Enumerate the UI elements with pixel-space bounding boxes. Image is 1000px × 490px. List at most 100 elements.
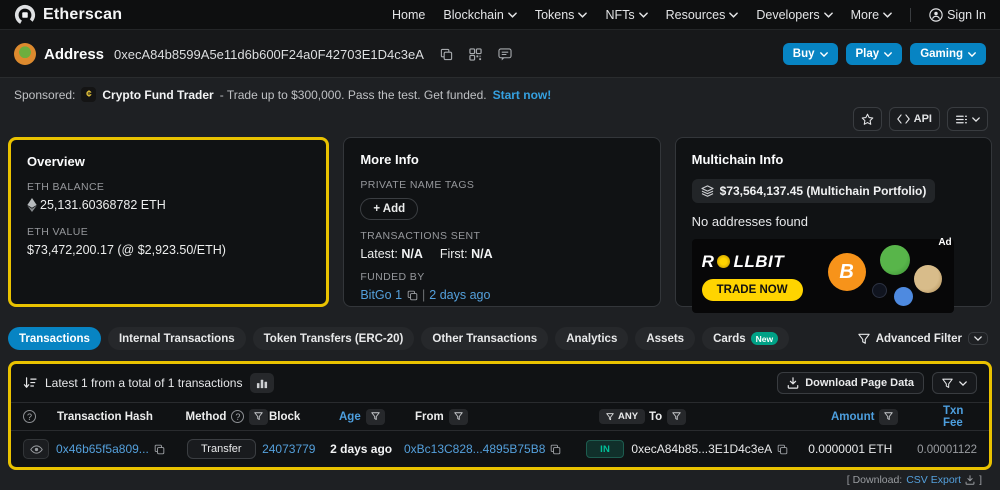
etherscan-logo-icon: [14, 4, 36, 26]
table-filter-button[interactable]: [932, 372, 977, 394]
chevron-down-icon: [959, 381, 967, 386]
column-method: Method: [186, 411, 227, 423]
brand-name: Etherscan: [43, 6, 122, 24]
api-button[interactable]: API: [889, 107, 940, 131]
nav-item-resources[interactable]: Resources: [666, 8, 739, 22]
column-transaction-hash: Transaction Hash: [57, 411, 185, 423]
tab-cards[interactable]: Cards New: [702, 327, 789, 350]
buy-button[interactable]: Buy: [783, 43, 838, 65]
block-link[interactable]: 24073779: [262, 442, 315, 456]
nav-item-tokens[interactable]: Tokens: [535, 8, 588, 22]
sort-icon[interactable]: [23, 377, 37, 389]
gaming-button[interactable]: Gaming: [910, 43, 986, 65]
etherscan-logo[interactable]: Etherscan: [14, 4, 122, 26]
copy-icon[interactable]: [550, 444, 561, 455]
help-icon[interactable]: ?: [23, 410, 36, 423]
sponsored-text: - Trade up to $300,000. Pass the test. G…: [220, 88, 487, 102]
crypto-fund-trader-logo-icon: ¢: [81, 87, 96, 102]
from-filter-icon[interactable]: [449, 409, 468, 425]
direction-filter-any-button[interactable]: ANY: [599, 409, 645, 424]
eth-balance-value: 25,131.60368782 ETH: [40, 198, 166, 212]
copy-icon[interactable]: [777, 444, 788, 455]
coin-icons: B: [828, 239, 948, 313]
more-info-card: More Info PRIVATE NAME TAGS + Add TRANSA…: [343, 137, 660, 307]
comment-icon[interactable]: [498, 48, 512, 61]
tab-assets[interactable]: Assets: [635, 327, 695, 350]
chart-view-button[interactable]: [250, 373, 274, 393]
sponsored-start-now-link[interactable]: Start now!: [493, 88, 552, 102]
tab-other-transactions[interactable]: Other Transactions: [421, 327, 548, 350]
chevron-down-icon: [508, 12, 517, 18]
csv-export-line: [ Download: CSV Export ]: [8, 470, 992, 486]
eth-value-amount: $73,472,200.17: [27, 243, 114, 257]
multichain-portfolio-badge[interactable]: $73,564,137.45 (Multichain Portfolio): [692, 179, 936, 203]
filter-funnel-icon: [858, 333, 870, 345]
view-options-button[interactable]: [947, 107, 988, 131]
nav-item-home[interactable]: Home: [392, 8, 425, 22]
gaming-label: Gaming: [920, 48, 963, 60]
column-txn-fee[interactable]: Txn Fee: [943, 405, 963, 429]
buy-label: Buy: [793, 48, 815, 60]
star-icon: [861, 113, 874, 126]
tab-analytics[interactable]: Analytics: [555, 327, 628, 350]
method-filter-icon[interactable]: [249, 409, 268, 425]
funded-by-label: FUNDED BY: [360, 271, 643, 283]
amount-value: 0.0000001 ETH: [808, 442, 892, 456]
download-icon: [965, 475, 975, 485]
first-value: N/A: [471, 247, 493, 261]
preview-eye-button[interactable]: [23, 439, 49, 459]
no-addresses-text: No addresses found: [692, 214, 975, 229]
tab-token-transfers[interactable]: Token Transfers (ERC-20): [253, 327, 415, 350]
amount-filter-icon[interactable]: [879, 409, 898, 425]
nav-item-developers[interactable]: Developers: [756, 8, 832, 22]
eth-diamond-icon: [27, 198, 37, 212]
favorite-star-button[interactable]: [853, 107, 882, 131]
copy-icon[interactable]: [407, 290, 418, 301]
download-csv-label: [ Download:: [847, 474, 902, 486]
to-filter-icon[interactable]: [667, 409, 686, 425]
copy-icon[interactable]: [154, 444, 165, 455]
advanced-filter-button[interactable]: Advanced Filter: [858, 332, 992, 345]
download-label: Download Page Data: [805, 377, 914, 389]
tx-hash-link[interactable]: 0x46b65f5a809...: [56, 442, 149, 456]
funded-time-link[interactable]: 2 days ago: [429, 288, 490, 302]
portfolio-value: $73,564,137.45 (Multichain Portfolio): [720, 184, 927, 198]
sign-in-button[interactable]: Sign In: [929, 8, 986, 22]
column-to: To: [649, 411, 662, 423]
age-filter-icon[interactable]: [366, 409, 385, 425]
add-name-tag-button[interactable]: + Add: [360, 198, 418, 220]
latest-label: Latest:: [360, 247, 398, 261]
play-button[interactable]: Play: [846, 43, 903, 65]
ad-tag: Ad: [938, 237, 951, 248]
age-value: 2 days ago: [330, 442, 392, 456]
person-icon: [929, 8, 943, 22]
chevron-down-icon[interactable]: [968, 332, 988, 345]
help-icon[interactable]: ?: [231, 410, 244, 423]
copy-address-icon[interactable]: [440, 48, 453, 61]
nav-label: Developers: [756, 8, 819, 22]
address-header: Address 0xecA84b8599A5e11d6b600F24a0F427…: [0, 30, 1000, 78]
table-header-row: ? Transaction Hash Method ? Block Age Fr…: [11, 403, 989, 431]
nav-divider: [910, 8, 911, 22]
from-address-link[interactable]: 0xBc13C828...4895B75B8: [404, 442, 545, 456]
chevron-down-icon: [883, 12, 892, 18]
trade-now-button[interactable]: TRADE NOW: [702, 279, 803, 301]
csv-export-link[interactable]: CSV Export: [906, 474, 961, 486]
tab-transactions[interactable]: Transactions: [8, 327, 101, 350]
private-name-tags-label: PRIVATE NAME TAGS: [360, 179, 643, 191]
funded-by-link[interactable]: BitGo 1: [360, 288, 402, 302]
rollbit-ad-banner[interactable]: R LLBIT TRADE NOW B: [692, 239, 954, 313]
rollbit-brand-left: R: [702, 252, 715, 272]
column-age[interactable]: Age: [339, 411, 361, 423]
download-page-data-button[interactable]: Download Page Data: [777, 372, 924, 394]
qr-code-icon[interactable]: [469, 48, 482, 61]
transactions-sent-label: TRANSACTIONS SENT: [360, 230, 643, 242]
tab-bar: Transactions Internal Transactions Token…: [8, 327, 789, 350]
column-amount[interactable]: Amount: [831, 411, 874, 423]
eth-value-label: ETH VALUE: [27, 226, 310, 238]
tab-internal-transactions[interactable]: Internal Transactions: [108, 327, 246, 350]
nav-item-nfts[interactable]: NFTs: [605, 8, 647, 22]
nav-item-more[interactable]: More: [851, 8, 892, 22]
address-action-buttons: Buy Play Gaming: [783, 43, 986, 65]
nav-item-blockchain[interactable]: Blockchain: [443, 8, 516, 22]
